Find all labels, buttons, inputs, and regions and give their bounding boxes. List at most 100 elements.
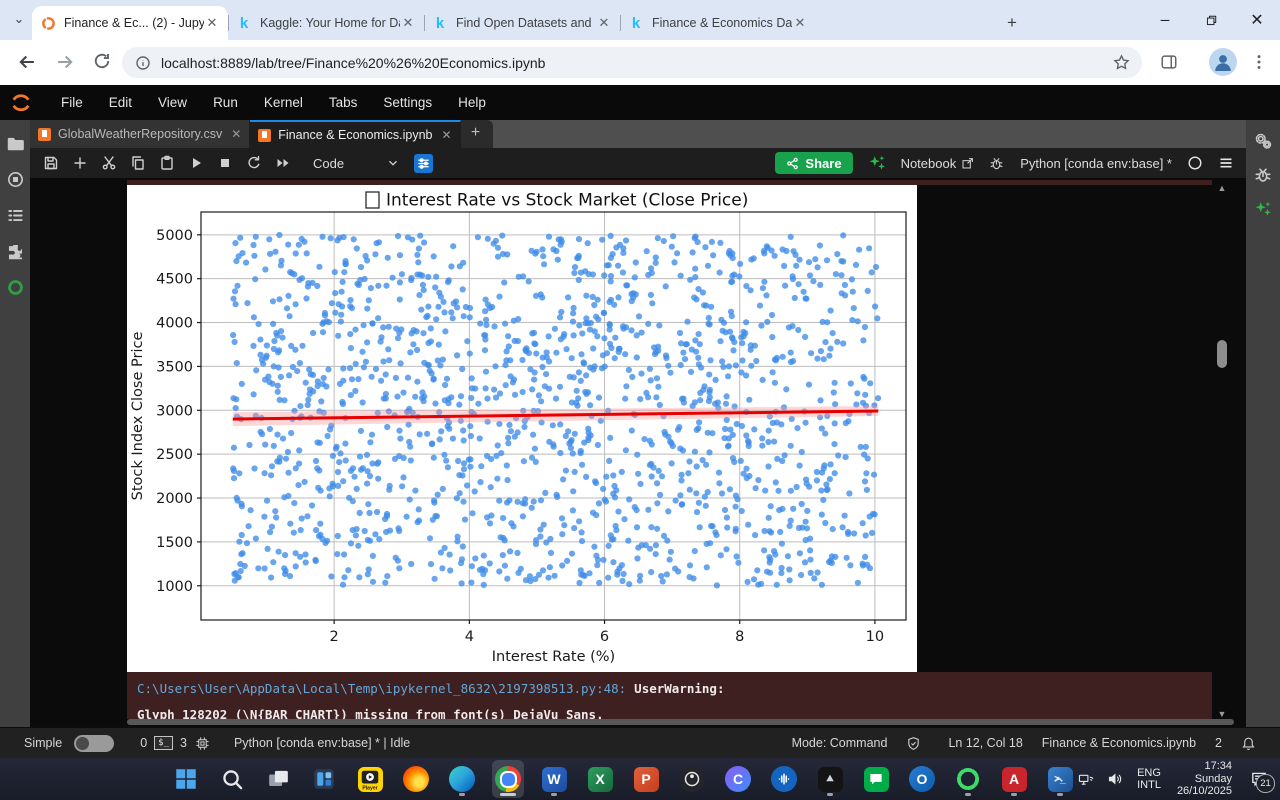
cut-icon[interactable] <box>101 155 117 171</box>
tab-close-icon[interactable]: ✕ <box>204 15 220 31</box>
sparkles-icon[interactable] <box>868 154 886 172</box>
paste-icon[interactable] <box>159 155 175 171</box>
cell-type-dropdown[interactable]: Code <box>313 156 344 171</box>
taskbar-edge-icon[interactable] <box>446 760 478 798</box>
omnibox[interactable]: localhost:8889/lab/tree/Finance%20%26%20… <box>122 47 1142 78</box>
back-icon[interactable] <box>16 51 38 73</box>
taskbar-start-icon[interactable] <box>170 760 202 798</box>
kernel-chip-icon[interactable] <box>195 736 210 751</box>
window-restore-button[interactable] <box>1188 0 1234 40</box>
menu-edit[interactable]: Edit <box>109 95 132 110</box>
taskbar-outlook-icon[interactable]: O <box>906 760 938 798</box>
site-info-icon[interactable] <box>135 55 151 71</box>
browser-tab[interactable]: Finance & Ec... (2) - JupyterLab✕ <box>32 6 228 40</box>
taskbar-google-chat-icon[interactable] <box>860 760 892 798</box>
run-icon[interactable] <box>188 155 204 171</box>
bell-icon[interactable] <box>1241 736 1256 751</box>
tab-close-icon[interactable]: ✕ <box>400 15 416 31</box>
command-mode-indicator[interactable]: Mode: Command <box>792 736 888 750</box>
kernel-status-circle-icon[interactable] <box>1187 155 1203 171</box>
simple-mode-toggle[interactable] <box>74 734 115 752</box>
doc-tab-close-icon[interactable]: ✕ <box>442 128 452 142</box>
taskbar-search-icon[interactable] <box>216 760 248 798</box>
copy-icon[interactable] <box>130 155 146 171</box>
notebook-link[interactable]: Notebook <box>901 156 975 171</box>
tray-chevron-up-icon[interactable] <box>1051 772 1066 787</box>
horizontal-scrollbar[interactable] <box>127 719 1234 725</box>
browser-menu-dots-icon[interactable] <box>1250 53 1272 75</box>
scroll-up-icon[interactable]: ▲ <box>1216 183 1228 193</box>
network-icon[interactable] <box>1078 772 1095 787</box>
taskbar-chrome-icon[interactable] <box>492 760 524 798</box>
taskbar-word-icon[interactable]: W <box>538 760 570 798</box>
anaconda-ring-icon[interactable] <box>6 278 25 297</box>
ai-sparkles-icon[interactable] <box>1254 200 1272 218</box>
taskbar-media-player-icon[interactable]: Player <box>354 760 386 798</box>
window-close-button[interactable]: ✕ <box>1234 0 1280 40</box>
window-minimize-button[interactable] <box>1142 0 1188 40</box>
taskbar-powerpoint-icon[interactable]: P <box>630 760 662 798</box>
taskbar-widgets-icon[interactable] <box>308 760 340 798</box>
tab-close-icon[interactable]: ✕ <box>596 15 612 31</box>
hamburger-menu-icon[interactable] <box>1218 155 1234 171</box>
language-indicator[interactable]: ENG INTL <box>1137 767 1161 791</box>
debugger-bug-icon[interactable] <box>1254 166 1272 184</box>
chevron-down-icon[interactable] <box>386 156 400 170</box>
extensions-puzzle-icon[interactable] <box>6 242 25 261</box>
doc-tab-close-icon[interactable]: ✕ <box>231 127 241 141</box>
taskbar-clipchamp-icon[interactable]: C <box>722 760 754 798</box>
kernel-status-text[interactable]: Python [conda env:base] * | Idle <box>234 736 410 750</box>
bug-icon[interactable] <box>989 156 1004 171</box>
taskbar-obs-icon[interactable] <box>676 760 708 798</box>
trust-shield-icon[interactable] <box>906 736 921 751</box>
table-of-contents-icon[interactable] <box>6 206 25 225</box>
url-text[interactable]: localhost:8889/lab/tree/Finance%20%26%20… <box>161 55 1113 71</box>
taskbar-acrobat-icon[interactable]: A <box>998 760 1030 798</box>
bookmark-star-icon[interactable] <box>1113 54 1130 71</box>
share-button[interactable]: Share <box>775 152 853 174</box>
kernel-name[interactable]: Python [conda env:base] * <box>1020 156 1172 171</box>
add-cell-icon[interactable] <box>72 155 88 171</box>
taskbar-firefox-icon[interactable] <box>400 760 432 798</box>
clock[interactable]: 17:34 Sunday 26/10/2025 <box>1177 760 1232 798</box>
taskbar-audio-app-icon[interactable] <box>768 760 800 798</box>
taskbar-game-app-icon[interactable] <box>814 760 846 798</box>
property-inspector-gears-icon[interactable] <box>1254 132 1272 150</box>
doc-tab[interactable]: Finance & Economics.ipynb ✕ <box>250 120 461 148</box>
add-doc-tab-button[interactable]: + <box>461 120 491 148</box>
menu-settings[interactable]: Settings <box>383 95 432 110</box>
menu-run[interactable]: Run <box>213 95 238 110</box>
new-tab-button[interactable]: + <box>1000 11 1024 35</box>
menu-kernel[interactable]: Kernel <box>264 95 303 110</box>
save-icon[interactable] <box>43 155 59 171</box>
statusbar-filename[interactable]: Finance & Economics.ipynb <box>1042 736 1196 750</box>
taskbar-anaconda-icon[interactable] <box>952 760 984 798</box>
menu-file[interactable]: File <box>61 95 83 110</box>
side-panel-icon[interactable] <box>1160 53 1182 75</box>
cursor-position[interactable]: Ln 12, Col 18 <box>948 736 1022 750</box>
taskbar-excel-icon[interactable]: X <box>584 760 616 798</box>
toolbar-sliders-icon[interactable] <box>414 153 434 173</box>
stop-icon[interactable] <box>217 155 233 171</box>
tab-close-icon[interactable]: ✕ <box>792 15 808 31</box>
menu-tabs[interactable]: Tabs <box>329 95 358 110</box>
doc-tab[interactable]: GlobalWeatherRepository.csv ✕ <box>30 120 251 148</box>
menu-view[interactable]: View <box>158 95 187 110</box>
terminal-icon[interactable]: $_ <box>154 736 174 750</box>
run-all-icon[interactable] <box>275 155 291 171</box>
browser-tab[interactable]: k Finance & Economics Dataset (2✕ <box>620 6 816 40</box>
reload-icon[interactable] <box>92 51 114 73</box>
tab-search-chevron-icon[interactable]: ⌄ <box>10 11 28 29</box>
running-kernels-icon[interactable] <box>6 170 25 189</box>
profile-avatar[interactable] <box>1209 48 1237 76</box>
menu-help[interactable]: Help <box>458 95 486 110</box>
scrollbar-thumb[interactable] <box>1217 340 1227 368</box>
vertical-scrollbar[interactable]: ▲ ▼ <box>1212 178 1232 727</box>
browser-tab[interactable]: k Find Open Datasets and Machi✕ <box>424 6 620 40</box>
restart-icon[interactable] <box>246 155 262 171</box>
browser-tab[interactable]: k Kaggle: Your Home for Data Sci✕ <box>228 6 424 40</box>
notification-center[interactable]: 21 <box>1250 770 1275 793</box>
folder-icon[interactable] <box>6 134 25 153</box>
volume-icon[interactable] <box>1107 771 1123 787</box>
forward-icon[interactable] <box>54 51 76 73</box>
